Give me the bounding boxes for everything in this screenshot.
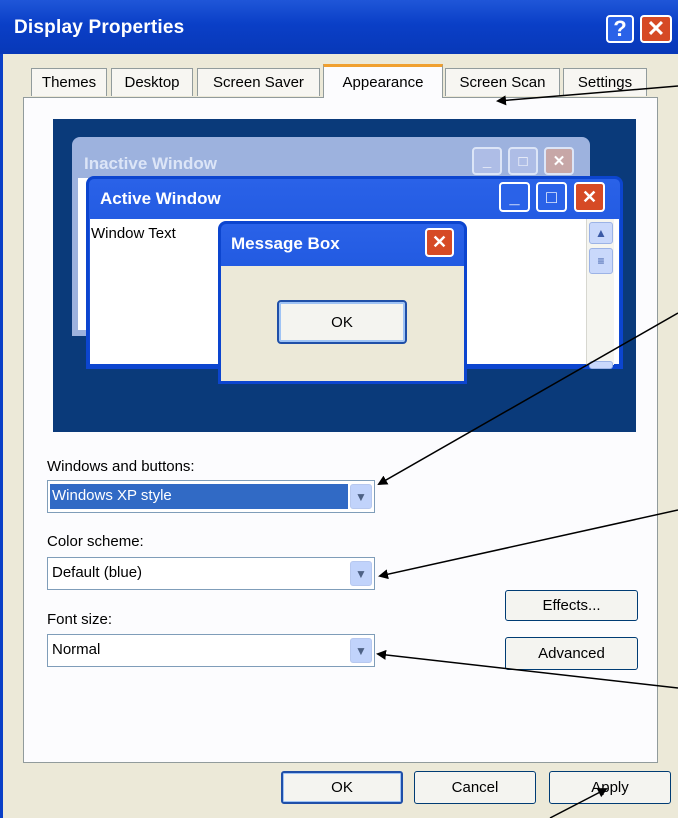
close-button[interactable]: ✕ xyxy=(640,15,672,43)
tab-appearance[interactable]: Appearance xyxy=(323,64,443,98)
preview-scrollbar: ▲ ≡ xyxy=(586,219,614,369)
scrollbar-thumb: ≡ xyxy=(589,248,613,274)
close-icon: ✕ xyxy=(646,16,666,41)
chevron-up-icon: ▲ xyxy=(589,222,613,244)
minimize-icon: _ xyxy=(499,182,530,212)
color-scheme-select[interactable]: Default (blue) ▼ xyxy=(47,557,375,590)
tab-screen-scan[interactable]: Screen Scan xyxy=(445,68,560,96)
tab-desktop[interactable]: Desktop xyxy=(111,68,193,96)
apply-button[interactable]: Apply xyxy=(549,771,671,804)
tab-settings[interactable]: Settings xyxy=(563,68,647,96)
active-window-title: Active Window xyxy=(100,189,221,208)
ok-button[interactable]: OK xyxy=(281,771,403,804)
chevron-down-icon[interactable]: ▼ xyxy=(350,561,372,586)
effects-button[interactable]: Effects... xyxy=(505,590,638,621)
message-box-ok-button: OK xyxy=(277,300,407,344)
font-size-value: Normal xyxy=(52,641,101,658)
close-icon: ✕ xyxy=(425,228,454,257)
window-title: Display Properties xyxy=(14,17,185,38)
tab-themes[interactable]: Themes xyxy=(31,68,107,96)
chevron-down-icon xyxy=(589,361,613,369)
windows-buttons-select[interactable]: Windows XP style ▼ xyxy=(47,480,375,513)
message-box-title: Message Box xyxy=(231,234,340,253)
windows-buttons-label: Windows and buttons: xyxy=(47,458,195,475)
color-scheme-value: Default (blue) xyxy=(52,564,143,581)
maximize-icon: □ xyxy=(536,182,567,212)
minimize-icon: _ xyxy=(472,147,502,175)
help-button[interactable]: ? xyxy=(606,15,634,43)
font-size-label: Font size: xyxy=(47,611,113,628)
question-icon: ? xyxy=(613,16,627,41)
inactive-window-title: Inactive Window xyxy=(84,154,218,173)
maximize-icon: □ xyxy=(508,147,538,175)
close-icon: ✕ xyxy=(574,182,605,212)
close-icon: ✕ xyxy=(544,147,574,175)
tab-screen-saver[interactable]: Screen Saver xyxy=(197,68,320,96)
window-text: Window Text xyxy=(91,225,176,242)
chevron-down-icon[interactable]: ▼ xyxy=(350,484,372,509)
font-size-select[interactable]: Normal ▼ xyxy=(47,634,375,667)
cancel-button[interactable]: Cancel xyxy=(414,771,536,804)
windows-buttons-value: Windows XP style xyxy=(52,487,172,504)
color-scheme-label: Color scheme: xyxy=(47,533,144,550)
advanced-button[interactable]: Advanced xyxy=(505,637,638,670)
chevron-down-icon[interactable]: ▼ xyxy=(350,638,372,663)
